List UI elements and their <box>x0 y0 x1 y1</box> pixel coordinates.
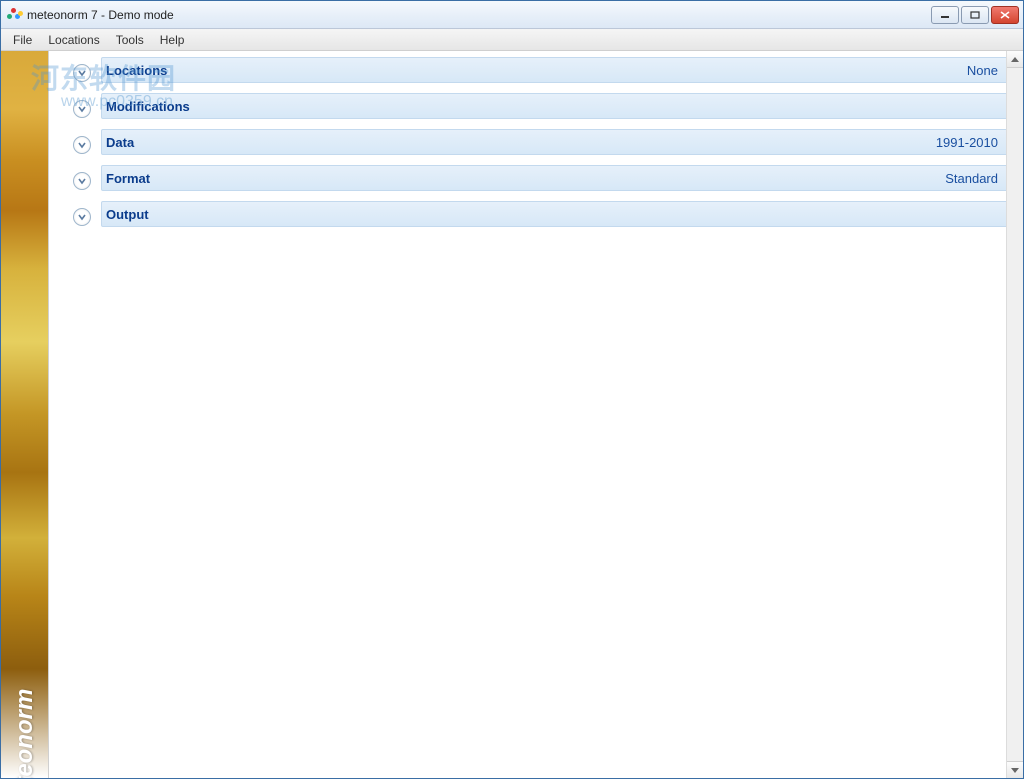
menu-help[interactable]: Help <box>152 31 193 49</box>
window-controls <box>931 6 1019 24</box>
maximize-icon <box>970 11 980 19</box>
chevron-down-icon <box>1011 768 1019 773</box>
panel-list: Locations None Modifications <box>49 51 1023 243</box>
vertical-scrollbar[interactable] <box>1006 51 1023 778</box>
panel-row-modifications[interactable]: Modifications <box>49 93 1013 124</box>
chevron-down-icon[interactable] <box>73 172 91 190</box>
panel-label: Output <box>102 207 149 222</box>
panel-label: Modifications <box>102 99 190 114</box>
minimize-button[interactable] <box>931 6 959 24</box>
panel-row-format[interactable]: Format Standard <box>49 165 1013 196</box>
panel-row-locations[interactable]: Locations None <box>49 57 1013 88</box>
scroll-down-button[interactable] <box>1007 761 1023 778</box>
app-window: meteonorm 7 - Demo mode File Locations T… <box>0 0 1024 779</box>
content-area: 河东软件园 www.pc0359.cn meteonorm Locations … <box>1 51 1023 778</box>
close-icon <box>1000 11 1010 19</box>
menubar: File Locations Tools Help <box>1 29 1023 51</box>
panel-label: Locations <box>102 63 167 78</box>
sidebar-brand: meteonorm <box>11 689 39 778</box>
chevron-down-icon[interactable] <box>73 64 91 82</box>
menu-locations[interactable]: Locations <box>40 31 107 49</box>
maximize-button[interactable] <box>961 6 989 24</box>
window-title: meteonorm 7 - Demo mode <box>27 8 931 22</box>
panel-row-output[interactable]: Output <box>49 201 1013 232</box>
titlebar[interactable]: meteonorm 7 - Demo mode <box>1 1 1023 29</box>
main-panel: Locations None Modifications <box>49 51 1023 778</box>
menu-file[interactable]: File <box>5 31 40 49</box>
chevron-down-icon[interactable] <box>73 136 91 154</box>
panel-row-data[interactable]: Data 1991-2010 <box>49 129 1013 160</box>
panel-value: Standard <box>945 171 1012 186</box>
panel-label: Data <box>102 135 134 150</box>
minimize-icon <box>940 11 950 19</box>
panel-value: 1991-2010 <box>936 135 1012 150</box>
scroll-up-button[interactable] <box>1007 51 1023 68</box>
panel-label: Format <box>102 171 150 186</box>
chevron-down-icon[interactable] <box>73 208 91 226</box>
app-icon <box>7 7 23 23</box>
chevron-down-icon[interactable] <box>73 100 91 118</box>
close-button[interactable] <box>991 6 1019 24</box>
sidebar: meteonorm <box>1 51 49 778</box>
menu-tools[interactable]: Tools <box>108 31 152 49</box>
chevron-up-icon <box>1011 57 1019 62</box>
